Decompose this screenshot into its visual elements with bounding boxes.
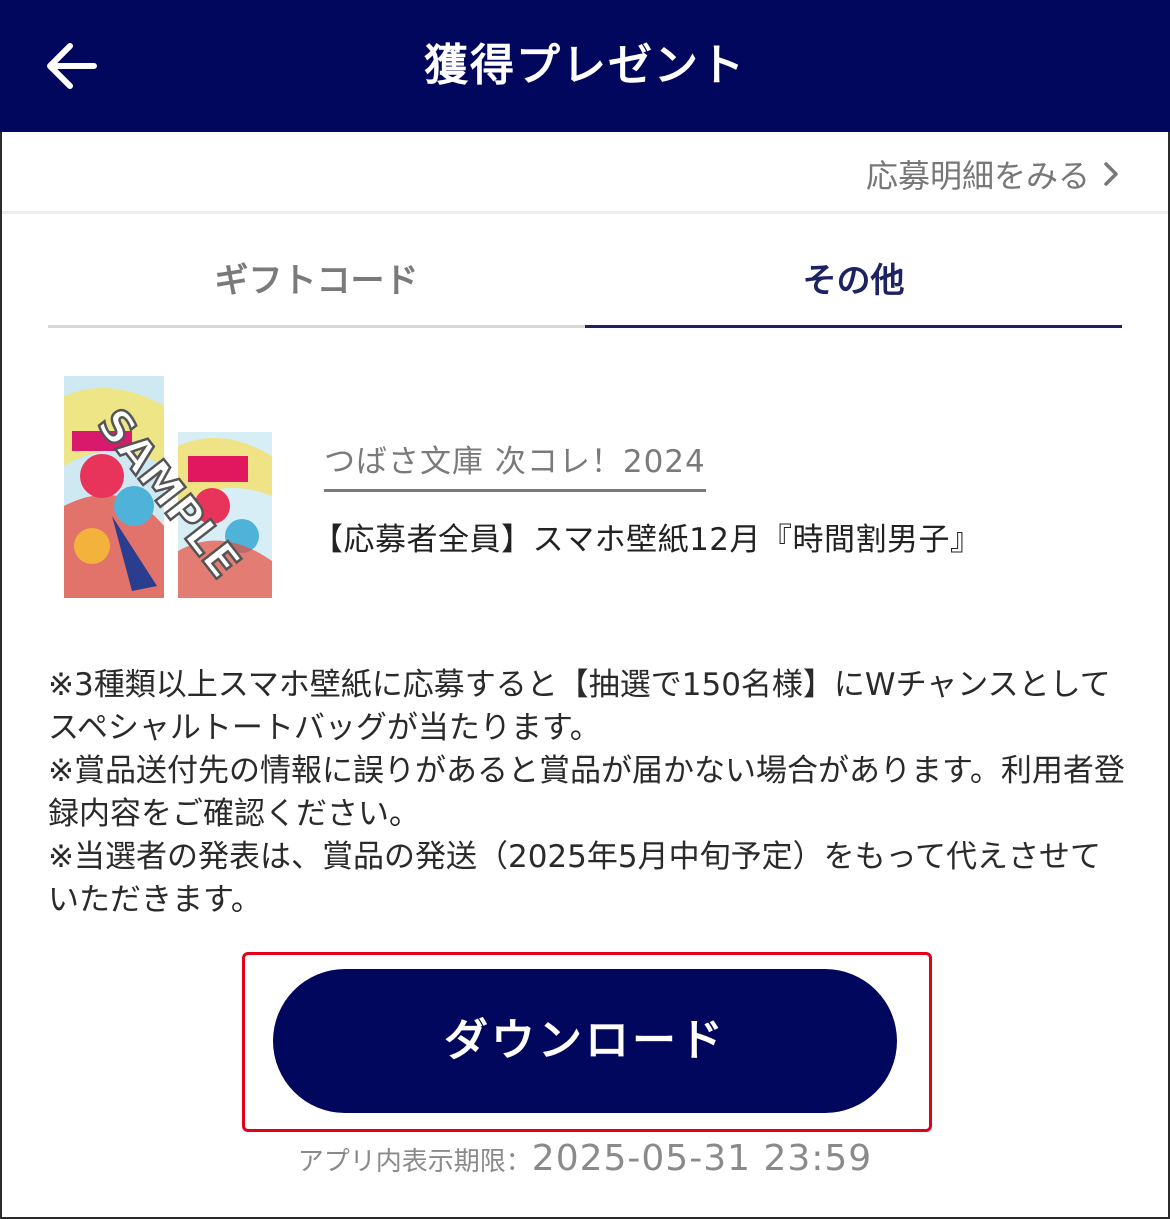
tab-bar: ギフトコード その他 bbox=[48, 248, 1122, 328]
prize-thumbnail: SAMPLE bbox=[62, 376, 274, 602]
tab-gift-code[interactable]: ギフトコード bbox=[48, 248, 585, 328]
prize-title: 【応募者全員】スマホ壁紙12月『時間割男子』 bbox=[312, 522, 982, 558]
subheader-bar: 応募明細をみる bbox=[2, 132, 1168, 214]
download-button[interactable]: ダウンロード bbox=[273, 969, 897, 1113]
entry-details-link[interactable]: 応募明細をみる bbox=[865, 154, 1120, 195]
arrow-left-icon bbox=[47, 43, 97, 89]
notes-block: ※3種類以上スマホ壁紙に応募すると【抽選で150名様】にWチャンスとしてスペシャ… bbox=[48, 664, 1128, 922]
expiry-value: 2025-05-31 23:59 bbox=[531, 1138, 873, 1179]
note-item: ※3種類以上スマホ壁紙に応募すると【抽選で150名様】にWチャンスとしてスペシャ… bbox=[48, 667, 1111, 746]
app-header: 獲得プレゼント bbox=[0, 0, 1170, 132]
tab-other[interactable]: その他 bbox=[585, 248, 1122, 328]
display-expiry: アプリ内表示期限：2025-05-31 23:59 bbox=[0, 1138, 1170, 1179]
expiry-label: アプリ内表示期限： bbox=[297, 1147, 532, 1177]
note-item: ※当選者の発表は、賞品の発送（2025年5月中旬予定）をもって代えさせていただき… bbox=[48, 839, 1102, 918]
chevron-right-icon bbox=[1104, 162, 1118, 186]
campaign-link[interactable]: つばさ文庫 次コレ！2024 bbox=[324, 436, 706, 492]
entry-details-label: 応募明細をみる bbox=[865, 157, 1090, 195]
page-title: 獲得プレゼント bbox=[424, 40, 746, 91]
back-button[interactable] bbox=[40, 34, 104, 98]
note-item: ※賞品送付先の情報に誤りがあると賞品が届かない場合があります。利用者登録内容をご… bbox=[48, 753, 1125, 832]
